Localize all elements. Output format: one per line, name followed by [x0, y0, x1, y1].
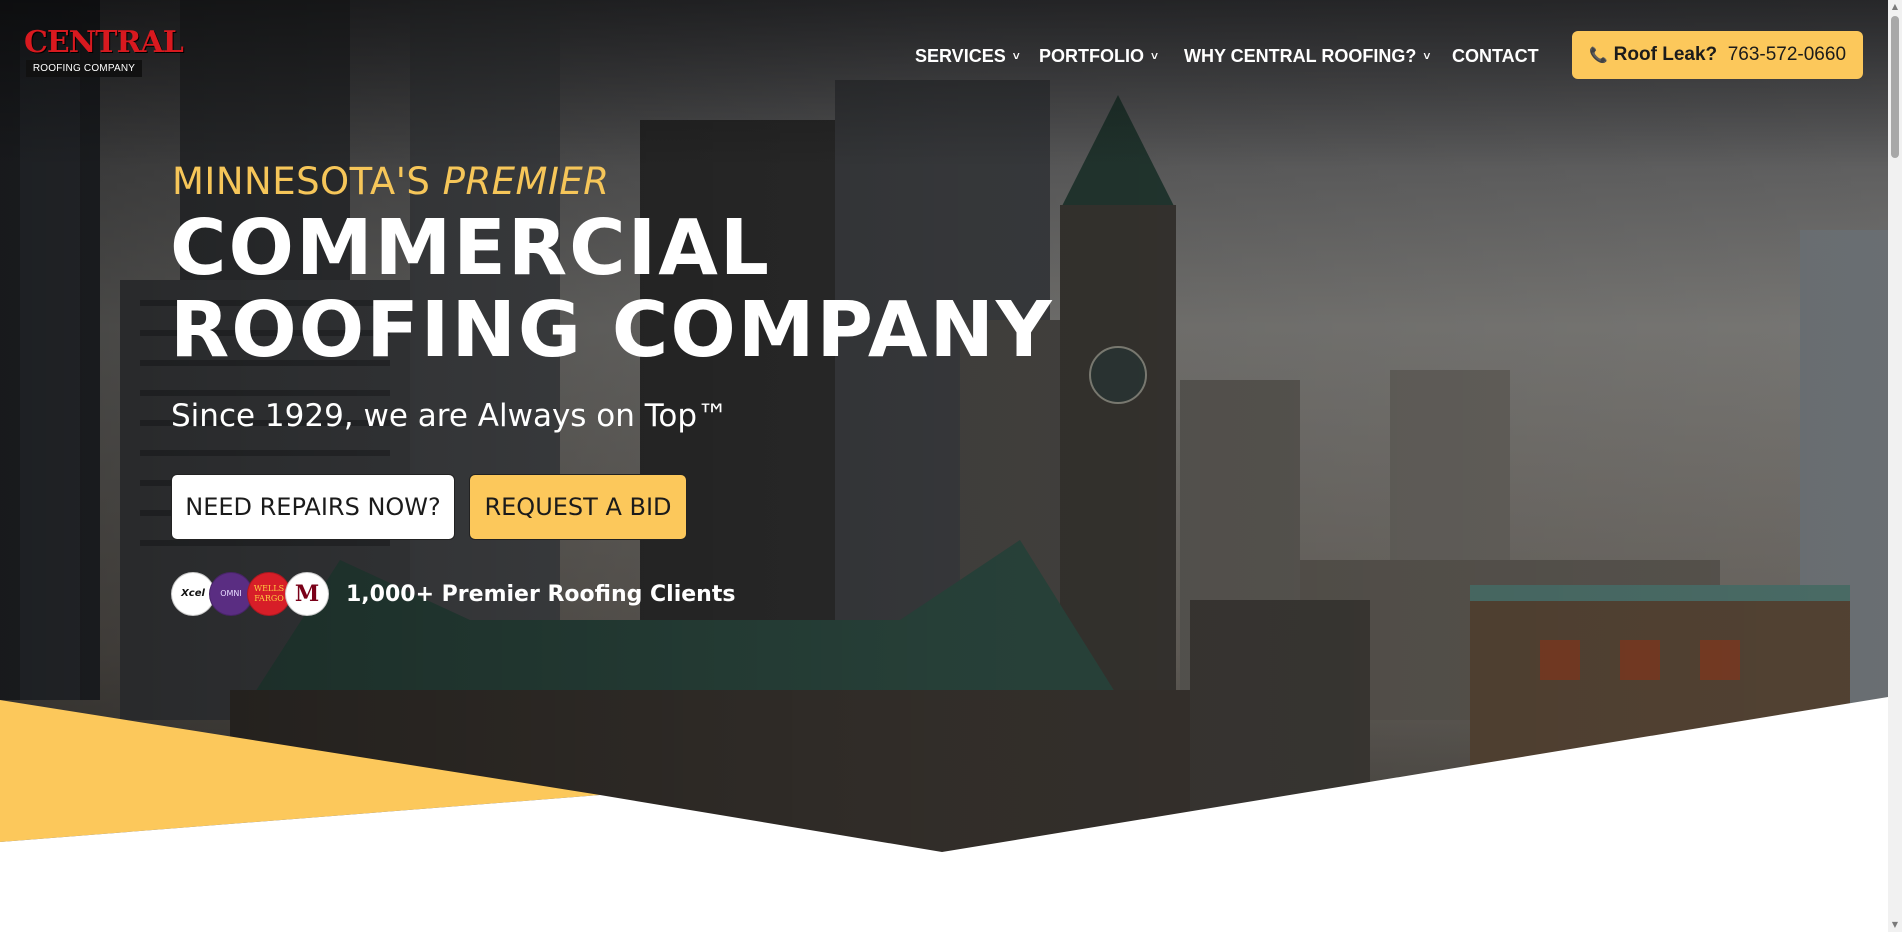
eyebrow-italic: PREMIER [442, 160, 610, 203]
scrollbar-thumb[interactable] [1891, 16, 1899, 158]
nav-label: PORTFOLIO [1039, 46, 1144, 66]
roof-leak-phone-button[interactable]: 📞 Roof Leak? 763-572-0660 [1572, 31, 1863, 79]
nav-item-portfolio[interactable]: PORTFOLIO ˅ [1039, 44, 1158, 68]
nav-label: CONTACT [1452, 46, 1539, 66]
hero-background-image [0, 0, 1888, 932]
eyebrow-plain: MINNESOTA'S [172, 160, 431, 203]
chevron-down-icon: ˅ [1151, 49, 1159, 63]
headline-line-1: COMMERCIAL [170, 204, 771, 293]
nav-item-services[interactable]: SERVICES ˅ [915, 44, 1020, 68]
nav-label: WHY CENTRAL ROOFING? [1184, 46, 1417, 66]
need-repairs-button[interactable]: NEED REPAIRS NOW? [171, 474, 455, 540]
headline-line-2: ROOFING COMPANY [170, 286, 1054, 375]
umn-logo: M [285, 572, 329, 616]
hero-section: CENTRAL ROOFING COMPANY SERVICES ˅ PORTFO… [0, 0, 1888, 932]
hero-eyebrow: MINNESOTA'S PREMIER [172, 160, 609, 204]
page-scrollbar[interactable]: ▲ ▼ [1888, 0, 1902, 932]
nav-label: SERVICES [915, 46, 1006, 66]
phone-icon: 📞 [1588, 47, 1608, 64]
request-bid-button[interactable]: REQUEST A BID [469, 474, 687, 540]
nav-item-why-central-roofing[interactable]: WHY CENTRAL ROOFING? ˅ [1184, 44, 1430, 68]
clients-count-text: 1,000+ Premier Roofing Clients [346, 582, 736, 607]
nav-item-contact[interactable]: CONTACT [1452, 44, 1539, 68]
scroll-down-icon[interactable]: ▼ [1888, 918, 1902, 932]
chevron-down-icon: ˅ [1423, 49, 1431, 63]
hero-headline: COMMERCIAL ROOFING COMPANY [170, 208, 1070, 372]
hero-subline: Since 1929, we are Always on Top™ [171, 398, 729, 434]
cta-phone-number: 763-572-0660 [1727, 44, 1847, 65]
scroll-up-icon[interactable]: ▲ [1888, 0, 1902, 14]
chevron-down-icon: ˅ [1012, 49, 1020, 63]
main-nav: SERVICES ˅ PORTFOLIO ˅ WHY CENTRAL ROOFING… [0, 44, 1560, 68]
cta-label: Roof Leak? [1613, 44, 1718, 65]
